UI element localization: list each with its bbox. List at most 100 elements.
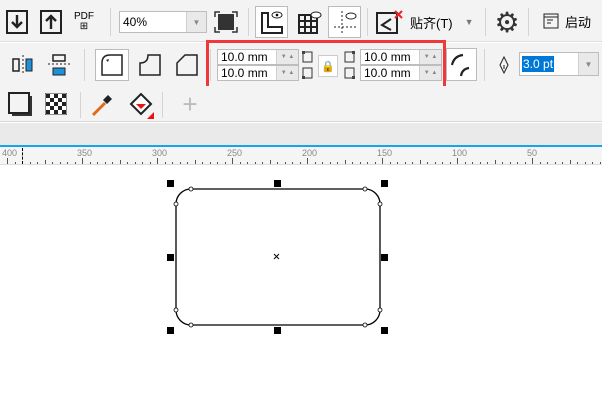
ruler-tick — [15, 162, 16, 164]
selection-handle[interactable] — [381, 327, 388, 334]
scalloped-corner-button[interactable] — [133, 49, 167, 81]
transparency-tool[interactable] — [44, 92, 68, 116]
selection-handle[interactable] — [167, 327, 174, 334]
ruler-tick — [375, 162, 376, 164]
ruler-tick — [247, 162, 248, 164]
chamfered-corner-icon — [176, 54, 198, 76]
ruler-tick — [195, 160, 196, 164]
full-screen-preview-button[interactable] — [213, 10, 239, 34]
ruler-tick — [52, 162, 53, 164]
ruler-tick — [105, 162, 106, 164]
ruler-tick — [360, 162, 361, 164]
ruler-tick — [210, 162, 211, 164]
rulers-icon — [260, 11, 283, 34]
chevron-down-icon[interactable]: ▼ — [578, 53, 598, 75]
ruler-label: 100 — [452, 148, 468, 158]
ruler-label: 150 — [377, 148, 393, 158]
mirror-horizontal-button[interactable] — [10, 53, 36, 77]
ruler-tick — [345, 160, 346, 164]
show-guidelines-toggle[interactable] — [328, 6, 361, 38]
chamfered-corner-button[interactable] — [170, 49, 204, 81]
ruler-tick — [465, 162, 466, 164]
ruler-tick — [60, 162, 61, 164]
ruler-tick — [277, 162, 278, 164]
ruler-tick — [442, 162, 443, 164]
import-button[interactable] — [5, 10, 29, 34]
ruler-tick — [217, 162, 218, 164]
ruler-tick — [412, 162, 413, 164]
standard-toolbar: PDF ⊞ 40% ▼ 贴齐(T) ▼ ⚙ 启动 — [0, 0, 602, 42]
selection-handle[interactable] — [381, 254, 388, 261]
fill-icon — [129, 92, 154, 119]
snap-off-icon — [376, 10, 403, 34]
ruler-tick — [180, 162, 181, 164]
property-bar: 10.0 mm ▼ ▲ 10.0 mm ▼ ▲ 🔒 10.0 mm ▼ ▲ 10.0 … — [0, 40, 602, 96]
options-button[interactable]: ⚙ — [492, 7, 522, 38]
round-corner-icon — [101, 54, 123, 76]
ruler-tick — [300, 162, 301, 164]
selection-handle[interactable] — [274, 180, 281, 187]
ruler-tick — [420, 160, 421, 164]
publish-pdf-button[interactable]: PDF ⊞ — [70, 8, 98, 36]
snap-to-dropdown[interactable]: 贴齐(T) ▼ — [410, 10, 480, 34]
selection-handle[interactable] — [274, 327, 281, 334]
center-mark-icon — [273, 253, 280, 260]
mirror-vertical-button[interactable] — [45, 53, 71, 77]
launch-button[interactable]: 启动 — [537, 10, 597, 32]
ruler-tick — [405, 162, 406, 164]
add-icon: + — [182, 88, 198, 119]
ruler-tick — [127, 162, 128, 164]
import-icon — [6, 10, 28, 34]
snap-off-button[interactable] — [375, 9, 405, 35]
interactive-fill-tool[interactable] — [126, 91, 156, 119]
ruler-tick — [547, 162, 548, 164]
horizontal-ruler[interactable]: 400 350 300 250 200 150 100 50 — [0, 147, 602, 165]
ruler-tick — [150, 162, 151, 164]
grid-icon — [297, 11, 321, 34]
relative-corner-scaling-toggle[interactable] — [446, 48, 477, 81]
ruler-tick — [262, 162, 263, 164]
ruler-tick — [555, 162, 556, 164]
ruler-tick — [540, 162, 541, 164]
ruler-tick — [352, 162, 353, 164]
add-tool-button[interactable]: + — [178, 89, 202, 119]
zoom-level-select[interactable]: 40% ▼ — [119, 11, 207, 33]
drop-shadow-icon — [8, 92, 32, 116]
export-icon — [40, 10, 62, 34]
show-rulers-toggle[interactable] — [255, 6, 288, 38]
ruler-tick — [562, 162, 563, 164]
ruler-tick — [532, 158, 533, 164]
export-button[interactable] — [39, 10, 63, 34]
ruler-tick — [585, 162, 586, 164]
ruler-tick — [165, 162, 166, 164]
ruler-tick — [592, 162, 593, 164]
drawing-canvas[interactable] — [0, 166, 602, 410]
scalloped-corner-icon — [139, 54, 161, 76]
ruler-tick — [427, 162, 428, 164]
ruler-tick — [187, 162, 188, 164]
ruler-tick — [330, 162, 331, 164]
drop-shadow-tool[interactable] — [7, 91, 35, 119]
selection-handle[interactable] — [167, 254, 174, 261]
chevron-down-icon[interactable]: ▼ — [186, 12, 206, 32]
eyedropper-icon — [91, 95, 112, 117]
ruler-tick — [30, 162, 31, 164]
rounded-rectangle-shape[interactable] — [0, 166, 602, 410]
eyedropper-tool[interactable] — [88, 91, 116, 119]
ruler-tick — [472, 162, 473, 164]
selection-handle[interactable] — [167, 180, 174, 187]
show-grid-toggle[interactable] — [292, 6, 325, 38]
ruler-tick — [322, 162, 323, 164]
guidelines-icon — [333, 11, 358, 35]
round-corner-button[interactable] — [95, 49, 129, 81]
ruler-tick — [367, 162, 368, 164]
ruler-tick — [502, 162, 503, 164]
relative-corner-scaling-icon — [450, 53, 469, 76]
ruler-tick — [390, 162, 391, 164]
selection-handle[interactable] — [381, 180, 388, 187]
mirror-horizontal-icon — [12, 55, 33, 75]
ruler-tick — [382, 158, 383, 164]
outline-width-select[interactable]: 3.0 pt ▼ — [519, 52, 599, 76]
ruler-tick — [7, 158, 8, 164]
ruler-tick — [157, 158, 158, 164]
